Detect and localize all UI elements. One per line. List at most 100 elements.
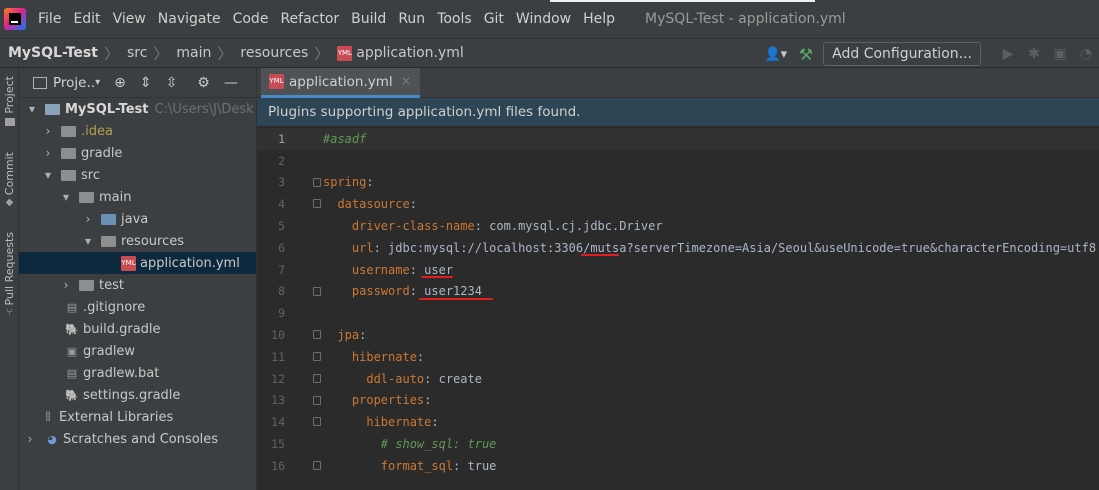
menu-build[interactable]: Build [345,11,392,27]
line-content: properties: [323,393,432,408]
code-line[interactable]: 13 properties: [257,390,1099,412]
tree-item-java[interactable]: › java [19,208,256,230]
red-underline-annotation [419,297,493,300]
tree-item-test[interactable]: › test [19,274,256,296]
code-line[interactable]: 9 [257,302,1099,324]
locate-icon[interactable]: ⊕ [114,75,126,91]
pull-requests-tab-label: Pull Requests [3,232,16,306]
fold-marker-icon[interactable] [313,460,321,470]
code-line[interactable]: 7 username: user [257,259,1099,281]
pull-requests-tool-tab[interactable]: Pull Requests ⑂ [0,232,19,318]
pull-request-icon: ⑂ [6,307,13,319]
menu-code[interactable]: Code [227,11,275,27]
debug-icon[interactable]: ✱ [1021,46,1047,62]
tree-item-gradlew[interactable]: ▣ gradlew [19,340,256,362]
project-tool-tab[interactable]: Project [0,76,19,126]
tree-item-idea[interactable]: › .idea [19,120,256,142]
tree-item-main[interactable]: ▾ main [19,186,256,208]
tree-item-label: gradle [81,145,123,161]
fold-marker-icon[interactable] [313,373,321,383]
tree-item-scratches[interactable]: › ◕ Scratches and Consoles [19,428,256,450]
fold-marker-icon[interactable] [313,199,321,209]
expand-arrow-icon[interactable]: ▾ [59,190,73,204]
expand-all-icon[interactable]: ⇕ [140,75,152,91]
breadcrumb-main[interactable]: main [168,45,211,61]
fold-marker-icon[interactable] [313,417,321,427]
expand-arrow-icon[interactable]: › [41,124,55,138]
coverage-icon[interactable]: ▣ [1047,46,1073,62]
fold-marker-icon[interactable] [313,395,321,405]
code-line[interactable]: 11 hibernate: [257,346,1099,368]
project-view-dropdown[interactable]: Proje.. [53,75,95,91]
code-line[interactable]: 4 datasource: [257,193,1099,215]
menu-window[interactable]: Window [510,11,577,27]
code-line[interactable]: 10 jpa: [257,324,1099,346]
menu-tools[interactable]: Tools [431,11,478,27]
gear-icon[interactable]: ⚙ [197,75,210,91]
fold-marker-icon[interactable] [313,330,321,340]
expand-arrow-icon[interactable]: ▾ [81,234,95,248]
expand-arrow-icon[interactable]: ▾ [41,168,55,182]
yaml-colon: : [424,393,432,408]
commit-tool-tab[interactable]: Commit ◆ [0,152,19,208]
user-icon[interactable]: 👤▾ [763,44,789,64]
tree-item-gradle[interactable]: › gradle [19,142,256,164]
tree-item-settings-gradle[interactable]: 🐘 settings.gradle [19,384,256,406]
minimize-icon[interactable]: — [224,75,238,91]
menu-help[interactable]: Help [577,11,621,27]
commit-tab-label: Commit [3,152,16,196]
tree-item-resources[interactable]: ▾ resources [19,230,256,252]
add-configuration-button[interactable]: Add Configuration... [823,42,981,66]
menu-edit[interactable]: Edit [67,11,106,27]
breadcrumb-resources[interactable]: resources [232,45,308,61]
breadcrumb-file[interactable]: YML application.yml [329,45,464,61]
tree-item-label: main [99,189,132,205]
code-line[interactable]: 15 # show_sql: true [257,433,1099,455]
expand-arrow-icon[interactable]: › [23,432,37,446]
code-line[interactable]: 5 driver-class-name: com.mysql.cj.jdbc.D… [257,215,1099,237]
tree-item-application-yml[interactable]: YML application.yml [19,252,256,274]
code-line[interactable]: 14 hibernate: [257,411,1099,433]
fold-marker-icon[interactable] [313,286,321,296]
chevron-down-icon[interactable]: ▾ [95,77,100,88]
close-icon[interactable]: × [401,74,412,89]
tree-item-gitignore[interactable]: ▤ .gitignore [19,296,256,318]
code-line[interactable]: 1 #asadf [257,128,1099,150]
code-line[interactable]: 2 [257,150,1099,172]
code-editor[interactable]: 1 #asadf 2 3 spring: 4 datasource: 5 driver-cl… [257,128,1099,477]
run-icon[interactable]: ▶ [995,46,1021,62]
tree-item-project-root[interactable]: ▾ MySQL-Test C:\Users\J\Desk [19,98,256,120]
expand-arrow-icon[interactable]: › [81,212,95,226]
breadcrumb-project[interactable]: MySQL-Test [0,45,98,61]
expand-arrow-icon[interactable]: › [59,278,73,292]
code-line[interactable]: 8 password: user1234 [257,281,1099,303]
build-hammer-icon[interactable]: ⚒ [799,45,813,64]
tree-item-gradlew-bat[interactable]: ▤ gradlew.bat [19,362,256,384]
expand-arrow-icon[interactable]: › [41,146,55,160]
fold-marker-icon[interactable] [313,177,321,187]
code-line[interactable]: 6 url: jdbc:mysql://localhost:3306/mutsa… [257,237,1099,259]
menu-run[interactable]: Run [392,11,431,27]
menu-refactor[interactable]: Refactor [274,11,345,27]
code-line[interactable]: 3 spring: [257,172,1099,194]
tab-application-yml[interactable]: YML application.yml × [261,68,420,98]
menu-navigate[interactable]: Navigate [152,11,227,27]
breadcrumb-src[interactable]: src [119,45,147,61]
code-line[interactable]: 12 ddl-auto: create [257,368,1099,390]
tree-item-build-gradle[interactable]: 🐘 build.gradle [19,318,256,340]
menu-git[interactable]: Git [478,11,510,27]
fold-marker-icon[interactable] [313,351,321,361]
resources-folder-icon [101,235,116,247]
collapse-all-icon[interactable]: ⇳ [166,75,178,91]
tree-item-external-libraries[interactable]: ⫼ External Libraries [19,406,256,428]
line-number: 9 [278,306,285,321]
profile-icon[interactable]: ◔ [1073,46,1099,62]
yaml-key: ddl-auto [323,371,425,386]
tree-item-src[interactable]: ▾ src [19,164,256,186]
menu-view[interactable]: View [107,11,152,27]
line-content: hibernate: [323,350,424,364]
tree-item-label: gradlew [83,343,136,359]
expand-arrow-icon[interactable]: ▾ [25,102,39,116]
menu-file[interactable]: File [32,11,67,27]
code-line[interactable]: 16 format_sql: true [257,455,1099,477]
